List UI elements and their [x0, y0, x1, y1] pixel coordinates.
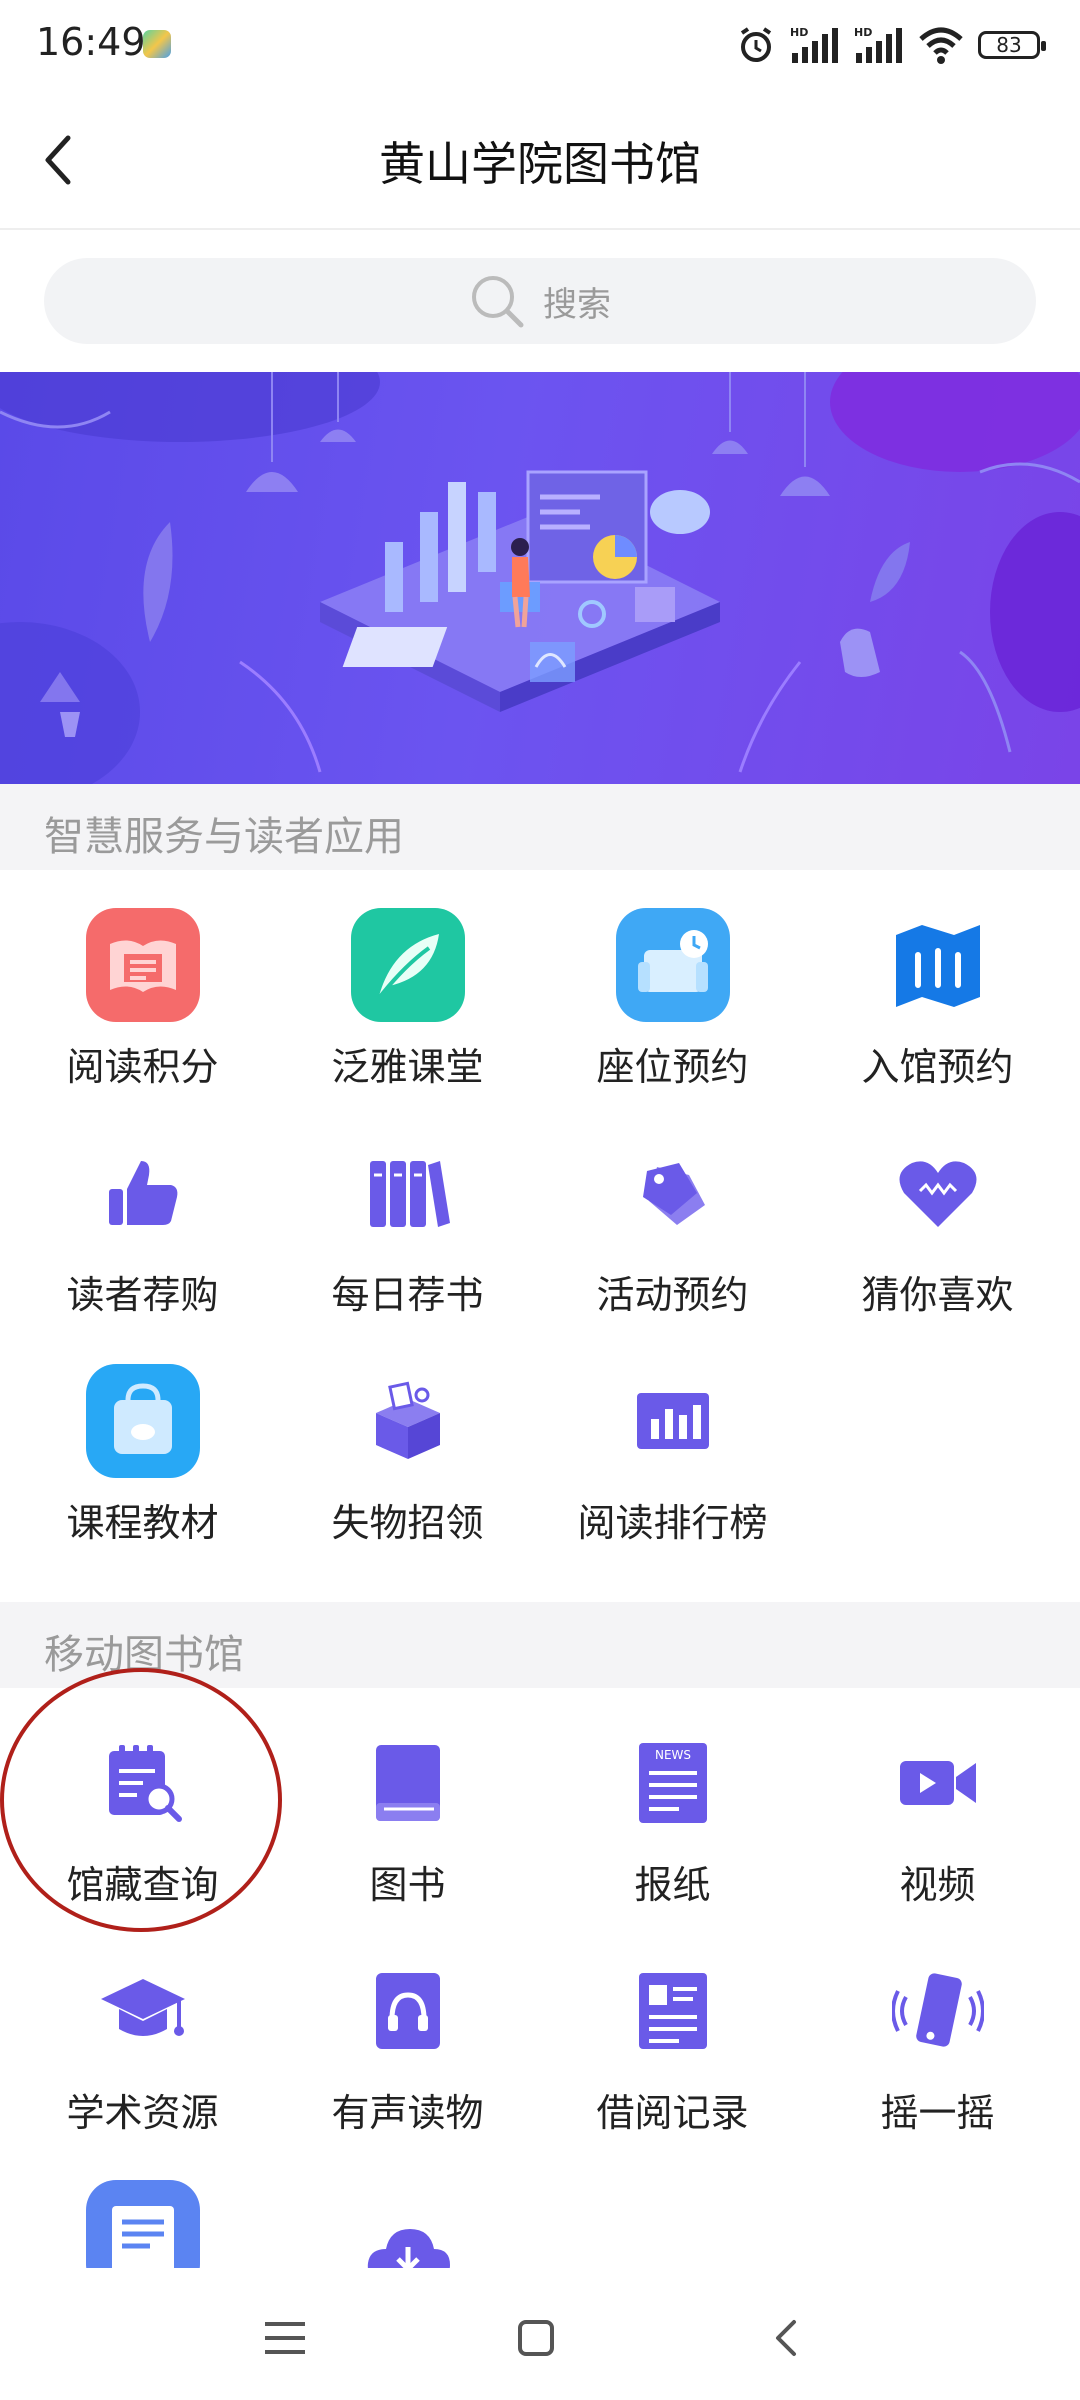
app-guess-you-like[interactable]: 猜你喜欢 [805, 1134, 1070, 1334]
menu-icon[interactable] [255, 2308, 315, 2368]
app-label: 有声读物 [331, 2091, 484, 2135]
app-label: 失物招领 [331, 1501, 484, 1545]
book-icon [349, 1724, 467, 1842]
svg-text:HD: HD [854, 26, 872, 39]
app-course-materials[interactable]: 课程教材 [10, 1362, 275, 1562]
app-label: 每日荐书 [331, 1273, 484, 1317]
svg-text:NEWS: NEWS [654, 1748, 690, 1762]
status-time: 16:49 [36, 20, 146, 64]
annotation-circle [0, 1668, 282, 1932]
app-label: 摇一摇 [880, 2091, 995, 2135]
shopping-bag-icon [84, 1362, 202, 1480]
app-label: 视频 [899, 1863, 976, 1907]
app-label: 图书 [369, 1863, 446, 1907]
search-input[interactable]: 搜索 [44, 258, 1036, 344]
app-label: 读者荐购 [66, 1273, 219, 1317]
wifi-icon [919, 27, 963, 64]
battery-level: 83 [996, 33, 1022, 57]
video-camera-icon [879, 1724, 997, 1842]
signal-icon-2: HD [854, 26, 902, 63]
app-reading-points[interactable]: 阅读积分 [10, 906, 275, 1106]
nav-back-icon[interactable] [758, 2308, 818, 2368]
app-borrow-records[interactable]: 借阅记录 [540, 1952, 805, 2152]
ranking-chart-icon [614, 1362, 732, 1480]
battery-indicator: 83 [978, 31, 1046, 59]
app-label: 泛雅课堂 [331, 1045, 484, 1089]
banner-illustration [0, 372, 1080, 784]
app-label: 活动预约 [596, 1273, 749, 1317]
section-header-smart-services: 智慧服务与读者应用 [0, 784, 1080, 870]
app-lost-and-found[interactable]: 失物招领 [275, 1362, 540, 1562]
app-label: 阅读排行榜 [577, 1501, 768, 1545]
app-label: 猜你喜欢 [861, 1273, 1014, 1317]
app-daily-books[interactable]: 每日荐书 [275, 1134, 540, 1334]
svg-text:HD: HD [790, 26, 808, 39]
graduation-cap-icon [84, 1952, 202, 2070]
system-nav-bar [0, 2268, 1080, 2400]
signal-icon: HD [790, 26, 838, 63]
status-bar: 16:49 HD HD 83 [0, 0, 1080, 90]
app-books[interactable]: 图书 [275, 1724, 540, 1924]
tag-icon [614, 1134, 732, 1252]
app-label: 课程教材 [66, 1501, 219, 1545]
thumbs-up-icon [84, 1134, 202, 1252]
app-label: 入馆预约 [861, 1045, 1014, 1089]
books-icon [349, 1134, 467, 1252]
app-newspaper[interactable]: NEWS 报纸 [540, 1724, 805, 1924]
app-label: 报纸 [634, 1863, 711, 1907]
app-label: 阅读积分 [66, 1045, 219, 1089]
newspaper-icon: NEWS [614, 1724, 732, 1842]
app-label: 座位预约 [596, 1045, 749, 1089]
status-icons: HD HD 83 [736, 22, 1046, 68]
app-label: 学术资源 [66, 2091, 219, 2135]
news-reader-icon [84, 2178, 202, 2268]
search-placeholder: 搜索 [543, 284, 611, 325]
app-download-partial[interactable] [275, 2196, 540, 2268]
app-seat-reservation[interactable]: 座位预约 [540, 906, 805, 1106]
home-icon[interactable] [506, 2308, 566, 2368]
seat-reservation-icon [614, 906, 732, 1024]
page-title: 黄山学院图书馆 [379, 137, 701, 191]
app-entry-reservation[interactable]: 入馆预约 [805, 906, 1070, 1106]
app-shake[interactable]: 摇一摇 [805, 1952, 1070, 2152]
app-academic-resources[interactable]: 学术资源 [10, 1952, 275, 2152]
shake-phone-icon [879, 1952, 997, 2070]
app-video[interactable]: 视频 [805, 1724, 1070, 1924]
app-notification-icon [143, 30, 171, 58]
alarm-icon [740, 27, 772, 62]
box-icon [349, 1362, 467, 1480]
section-title: 智慧服务与读者应用 [44, 814, 404, 860]
heart-icon [879, 1134, 997, 1252]
app-news-reader-partial[interactable] [10, 2178, 275, 2268]
reading-points-icon [84, 906, 202, 1024]
app-label: 借阅记录 [596, 2091, 749, 2135]
app-reading-ranking[interactable]: 阅读排行榜 [540, 1362, 805, 1562]
app-audiobooks[interactable]: 有声读物 [275, 1952, 540, 2152]
app-reader-recommend[interactable]: 读者荐购 [10, 1134, 275, 1334]
app-activity-reservation[interactable]: 活动预约 [540, 1134, 805, 1334]
fanya-classroom-icon [349, 906, 467, 1024]
header-bar: 黄山学院图书馆 [0, 90, 1080, 230]
borrow-record-icon [614, 1952, 732, 2070]
promo-banner[interactable] [0, 372, 1080, 784]
search-icon [472, 276, 524, 328]
cloud-download-icon [349, 2196, 467, 2268]
entry-reservation-icon [879, 906, 997, 1024]
app-fanya-classroom[interactable]: 泛雅课堂 [275, 906, 540, 1106]
audiobook-icon [349, 1952, 467, 2070]
